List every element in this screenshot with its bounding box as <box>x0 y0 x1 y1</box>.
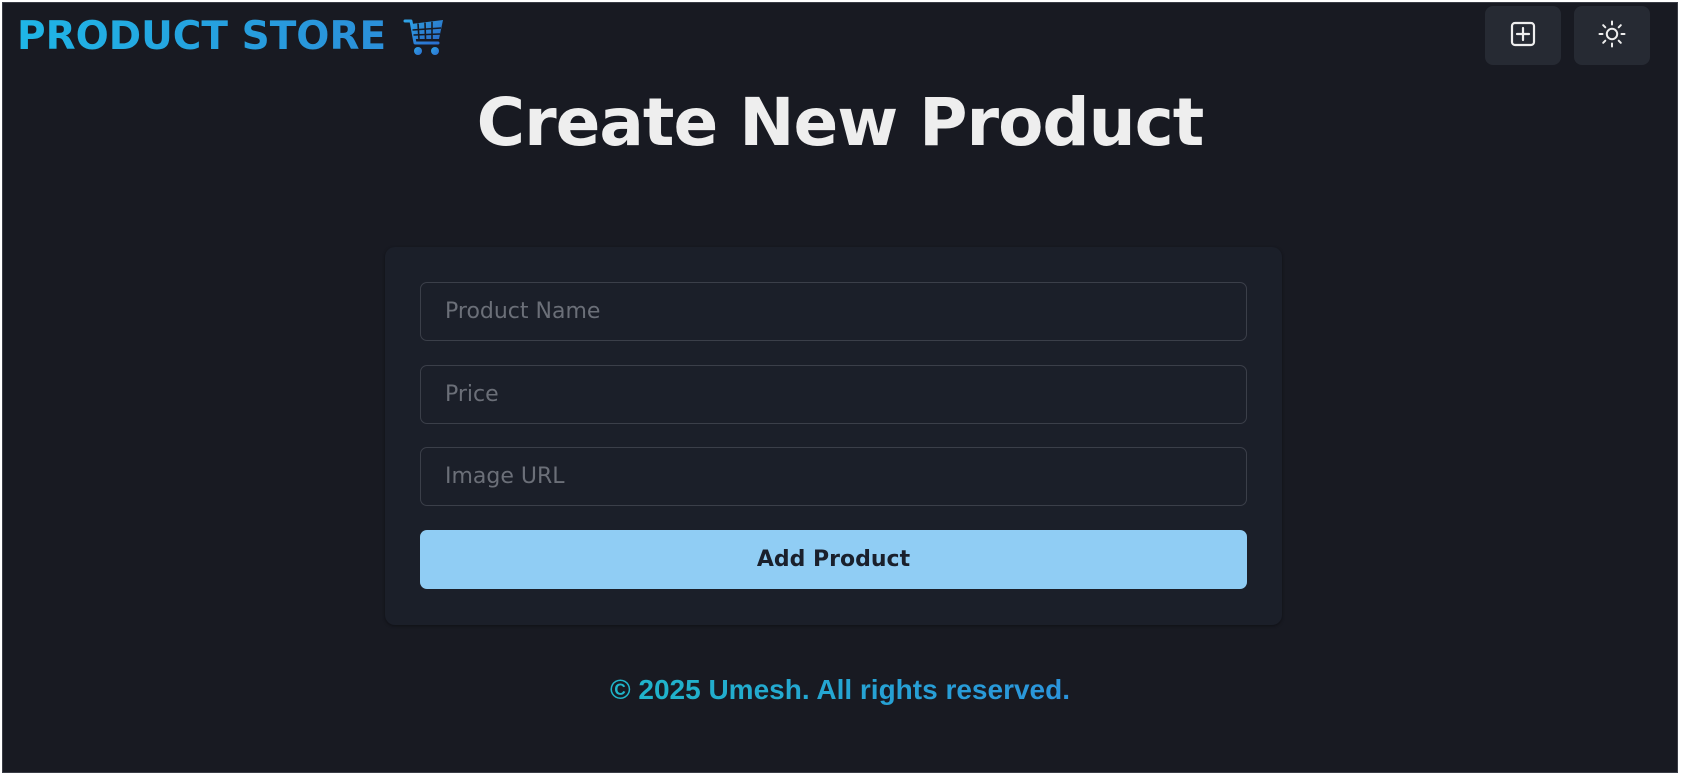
footer: © 2025 Umesh. All rights reserved. <box>3 672 1677 708</box>
theme-toggle-button[interactable] <box>1574 6 1650 65</box>
create-product-button[interactable] <box>1485 6 1561 65</box>
page-title: Create New Product <box>476 84 1205 161</box>
sun-icon <box>1598 20 1626 52</box>
image-url-input[interactable] <box>420 447 1247 506</box>
brand-logo-link[interactable]: PRODUCT STORE <box>17 15 446 59</box>
create-product-form: Add Product <box>385 247 1282 625</box>
shopping-cart-icon <box>402 15 446 59</box>
app-window: PRODUCT STORE Create New Product Product… <box>2 2 1678 773</box>
price-input[interactable] <box>420 365 1247 424</box>
copyright-text: © 2025 Umesh. All rights reserved. <box>609 674 1071 705</box>
product-name-input[interactable] <box>420 282 1247 341</box>
brand-title: PRODUCT STORE <box>17 14 387 59</box>
add-product-button[interactable]: Add Product <box>420 530 1247 589</box>
plus-square-icon <box>1510 21 1536 51</box>
